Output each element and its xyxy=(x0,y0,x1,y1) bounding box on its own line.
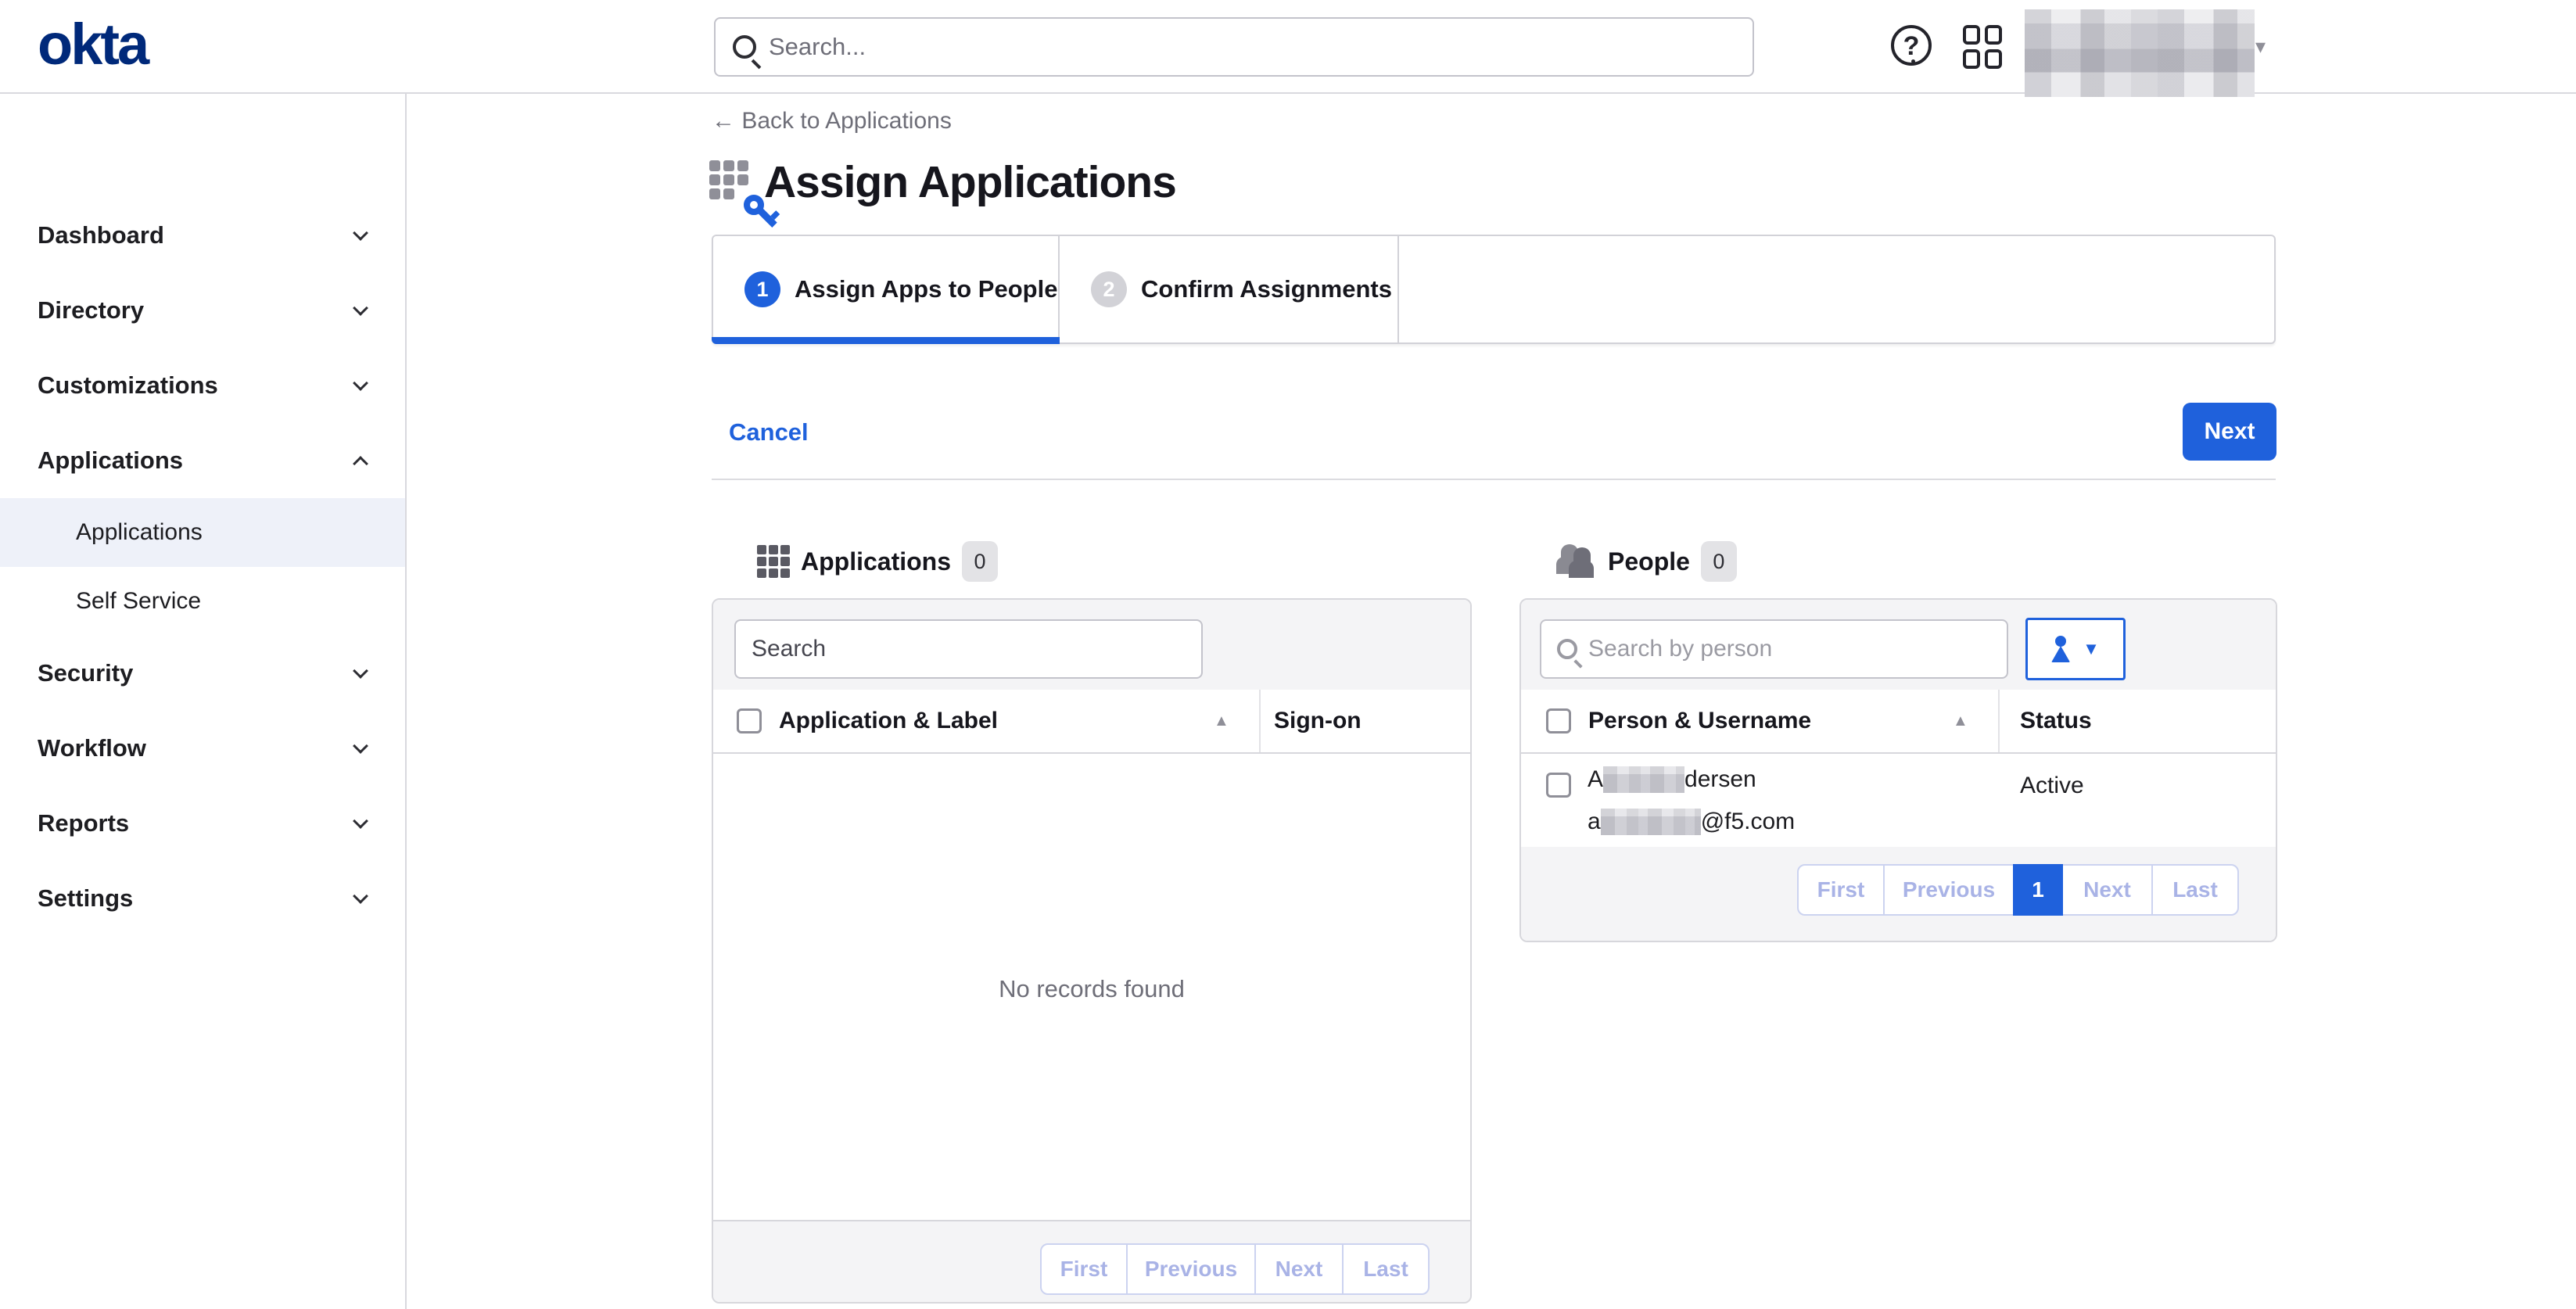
person-email: a@f5.com xyxy=(1588,809,1795,835)
applications-page-first-button[interactable]: First xyxy=(1040,1243,1128,1295)
app-switcher-icon[interactable] xyxy=(1963,25,2005,67)
top-bar: okta Search... ? ▾ xyxy=(0,0,2576,94)
applications-search-input[interactable]: Search xyxy=(734,619,1203,679)
person-name: Adersen xyxy=(1588,766,1756,793)
people-page-next-button[interactable]: Next xyxy=(2061,864,2153,916)
step-1-badge: 1 xyxy=(744,271,780,307)
chevron-down-icon xyxy=(353,888,368,904)
chevron-down-icon xyxy=(353,813,368,829)
person-icon xyxy=(2051,636,2070,662)
sidebar-item-settings[interactable]: Settings xyxy=(0,861,405,936)
back-to-applications-link[interactable]: ← Back to Applications xyxy=(712,108,952,134)
divider xyxy=(712,479,2276,480)
people-search-input[interactable]: Search by person xyxy=(1540,619,2008,679)
people-table-header: Person & Username ▲ Status xyxy=(1521,690,2276,754)
search-icon xyxy=(1557,639,1577,659)
people-panel-header: Search by person ▼ xyxy=(1521,600,2276,690)
sidebar-subitem-applications[interactable]: Applications xyxy=(0,498,405,567)
select-all-people-checkbox[interactable] xyxy=(1546,708,1571,733)
people-panel-footer: First Previous 1 Next Last xyxy=(1521,847,2276,941)
chevron-up-icon xyxy=(353,456,368,472)
people-icon xyxy=(1556,544,1597,579)
sort-ascending-icon[interactable]: ▲ xyxy=(1953,712,1968,730)
applications-pagination: First Previous Next Last xyxy=(1040,1243,1430,1295)
people-pagination: First Previous 1 Next Last xyxy=(1797,864,2239,916)
cancel-button[interactable]: Cancel xyxy=(729,418,809,446)
main-content: ← Back to Applications Assign Applicatio… xyxy=(408,94,2576,1309)
people-page-last-button[interactable]: Last xyxy=(2151,864,2239,916)
chevron-down-icon xyxy=(353,225,368,241)
chevron-down-icon xyxy=(353,738,368,754)
sidebar-item-applications[interactable]: Applications xyxy=(0,423,405,498)
step-2-badge: 2 xyxy=(1091,271,1127,307)
people-section-header: People 0 xyxy=(1556,541,1737,582)
applications-grid-icon xyxy=(757,545,790,578)
global-search-placeholder: Search... xyxy=(769,33,866,61)
applications-page-last-button[interactable]: Last xyxy=(1342,1243,1430,1295)
applications-panel-footer: First Previous Next Last xyxy=(713,1220,1470,1302)
redacted-name xyxy=(1603,766,1684,793)
help-icon[interactable]: ? xyxy=(1891,25,1932,66)
person-row[interactable]: Adersen a@f5.com Active xyxy=(1521,754,2276,850)
person-status: Active xyxy=(2020,773,2084,799)
user-menu-caret-icon[interactable]: ▾ xyxy=(2255,34,2266,59)
next-button[interactable]: Next xyxy=(2183,403,2276,461)
select-all-applications-checkbox[interactable] xyxy=(737,708,762,733)
people-page-1-button[interactable]: 1 xyxy=(2013,864,2063,916)
people-page-first-button[interactable]: First xyxy=(1797,864,1885,916)
applications-count-badge: 0 xyxy=(962,541,998,582)
people-count-badge: 0 xyxy=(1701,541,1737,582)
sidebar: Dashboard Directory Customizations Appli… xyxy=(0,94,407,1309)
page-title: Assign Applications xyxy=(764,156,1176,208)
tab-assign-apps-to-people[interactable]: 1 Assign Apps to People xyxy=(713,236,1060,342)
sort-ascending-icon[interactable]: ▲ xyxy=(1214,712,1229,730)
people-panel: Search by person ▼ Person & Username ▲ S… xyxy=(1519,598,2277,942)
people-filter-dropdown[interactable]: ▼ xyxy=(2025,618,2126,680)
sidebar-item-directory[interactable]: Directory xyxy=(0,273,405,348)
search-icon xyxy=(733,35,756,59)
applications-page-next-button[interactable]: Next xyxy=(1254,1243,1344,1295)
sidebar-item-security[interactable]: Security xyxy=(0,636,405,711)
applications-panel-header: Search xyxy=(713,600,1470,690)
applications-table-header: Application & Label ▲ Sign-on xyxy=(713,690,1470,754)
caret-down-icon: ▼ xyxy=(2083,639,2100,659)
chevron-down-icon xyxy=(353,375,368,391)
chevron-down-icon xyxy=(353,300,368,316)
sidebar-item-customizations[interactable]: Customizations xyxy=(0,348,405,423)
applications-page-previous-button[interactable]: Previous xyxy=(1126,1243,1256,1295)
user-account-redacted[interactable] xyxy=(2025,9,2255,97)
sidebar-subitem-self-service[interactable]: Self Service xyxy=(0,567,405,636)
tab-confirm-assignments[interactable]: 2 Confirm Assignments xyxy=(1060,236,1399,342)
applications-empty-state: No records found xyxy=(713,754,1470,1224)
global-search-input[interactable]: Search... xyxy=(714,17,1754,77)
applications-section-header: Applications 0 xyxy=(757,541,998,582)
person-row-checkbox[interactable] xyxy=(1546,773,1571,798)
assign-applications-icon xyxy=(709,160,753,204)
redacted-email xyxy=(1601,809,1701,835)
sidebar-item-reports[interactable]: Reports xyxy=(0,786,405,861)
okta-logo[interactable]: okta xyxy=(38,11,147,77)
wizard-steps: 1 Assign Apps to People 2 Confirm Assign… xyxy=(712,235,2276,344)
chevron-down-icon xyxy=(353,663,368,679)
people-page-previous-button[interactable]: Previous xyxy=(1883,864,2015,916)
applications-panel: Search Application & Label ▲ Sign-on No … xyxy=(712,598,1472,1304)
sidebar-item-workflow[interactable]: Workflow xyxy=(0,711,405,786)
sidebar-item-dashboard[interactable]: Dashboard xyxy=(0,198,405,273)
